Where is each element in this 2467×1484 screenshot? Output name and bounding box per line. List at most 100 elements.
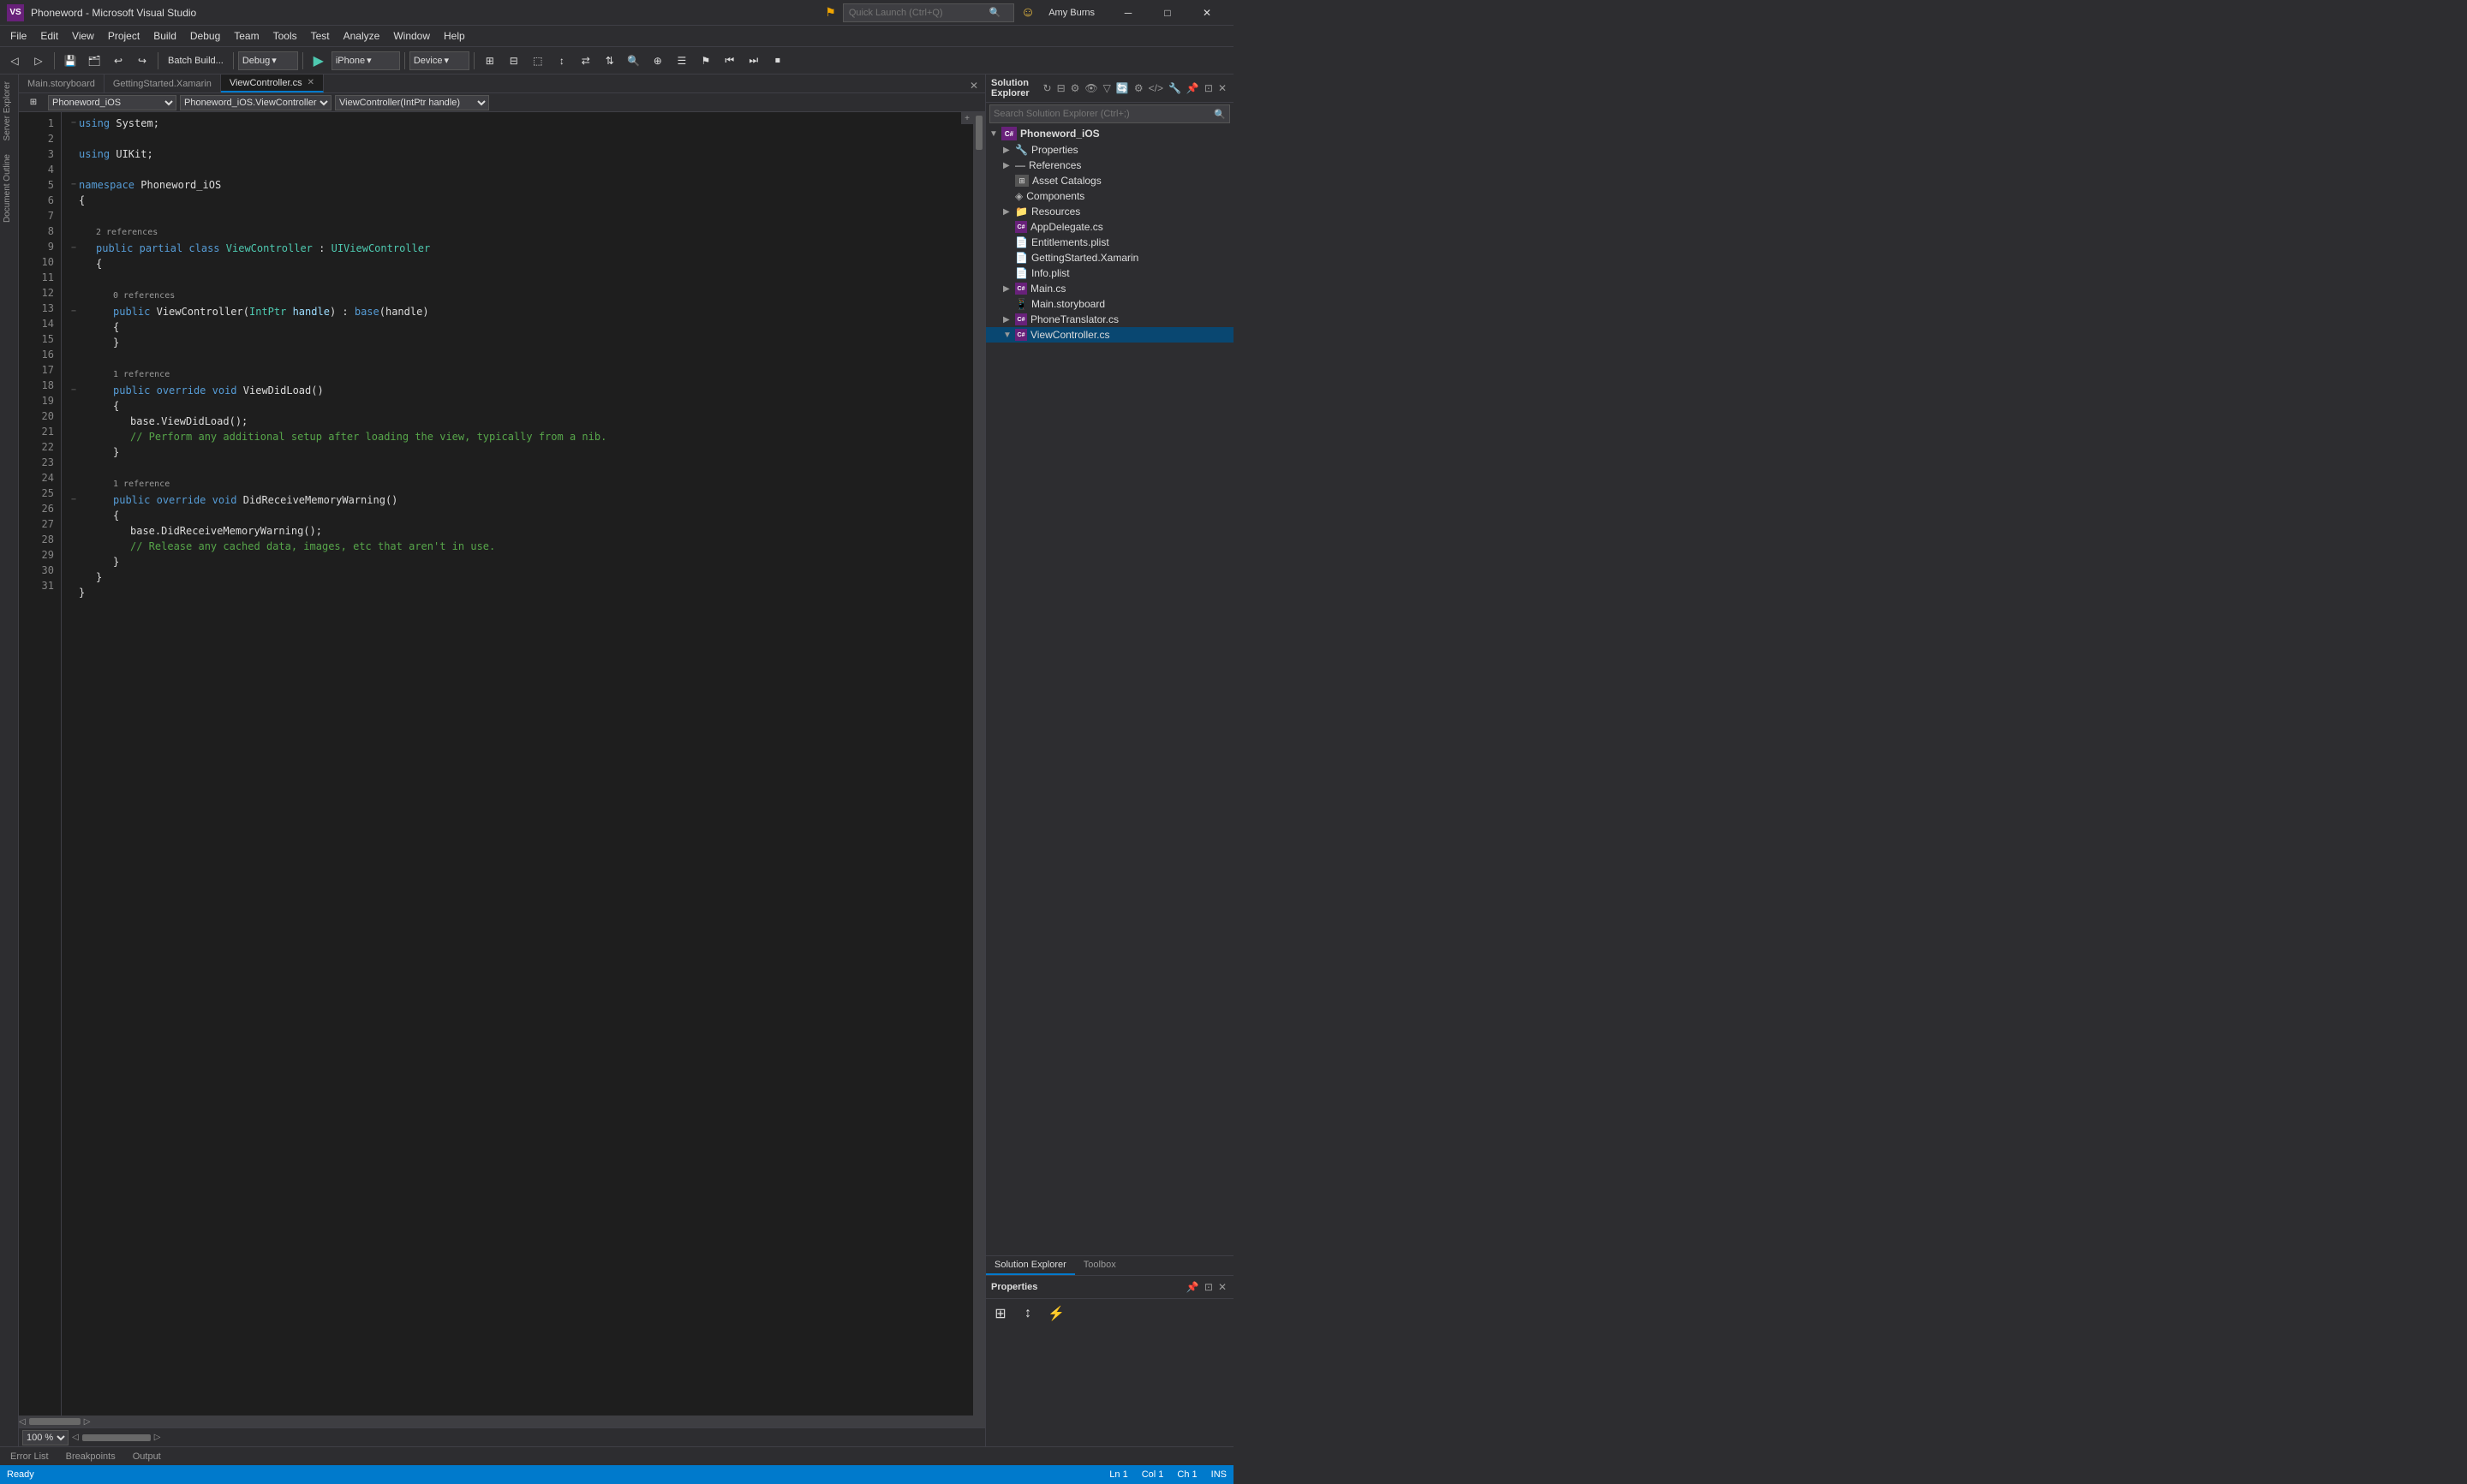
close-button[interactable]: ✕	[1187, 0, 1227, 26]
se-btn-refresh[interactable]: 🔄	[1114, 80, 1131, 96]
fold-btn-9[interactable]: −	[69, 241, 79, 256]
editor-collapse-btn[interactable]: +	[961, 112, 973, 124]
sidebar-tab-document-outline[interactable]: Document Outline	[0, 147, 18, 229]
toolbar-btn2[interactable]: ⊟	[503, 50, 525, 72]
prop-icon-sort[interactable]: ↕	[1017, 1302, 1039, 1325]
toolbar-btn9[interactable]: ☰	[671, 50, 693, 72]
method-path-dropdown[interactable]: ViewController(IntPtr handle)	[335, 95, 489, 110]
toolbar-btn11[interactable]: ⏮	[719, 50, 741, 72]
bottom-tab-output[interactable]: Output	[126, 1450, 168, 1463]
tree-item-references[interactable]: ▶ — References	[986, 158, 1234, 173]
prop-btn-float[interactable]: ⊡	[1203, 1279, 1215, 1295]
prop-btn-close[interactable]: ✕	[1216, 1279, 1228, 1295]
toolbar-save-btn[interactable]: 💾	[59, 50, 81, 72]
se-btn-preview[interactable]: 👁	[1083, 80, 1099, 96]
se-tab-solution-explorer[interactable]: Solution Explorer	[986, 1256, 1075, 1275]
se-search-box[interactable]: 🔍	[989, 104, 1230, 123]
se-btn-close[interactable]: ✕	[1216, 80, 1228, 96]
zoom-control[interactable]: 100 % 75 % 125 % 150 % 200 %	[22, 1430, 69, 1445]
toolbar-btn10[interactable]: ⚑	[695, 50, 717, 72]
se-btn-collapse[interactable]: ⊟	[1055, 80, 1067, 96]
toolbar-back-btn[interactable]: ◁	[3, 50, 26, 72]
member-path-dropdown[interactable]: Phoneword_iOS.ViewController	[180, 95, 332, 110]
menu-tools[interactable]: Tools	[266, 27, 304, 45]
se-btn-code[interactable]: </>	[1147, 80, 1165, 96]
run-button[interactable]: ▶	[308, 50, 330, 72]
tree-item-phonetranslator[interactable]: ▶ C# PhoneTranslator.cs	[986, 312, 1234, 327]
toolbar-btn7[interactable]: 🔍	[623, 50, 645, 72]
fold-btn-5[interactable]: −	[69, 177, 79, 193]
scroll-right-btn[interactable]: ▷	[84, 1417, 91, 1427]
toolbar-btn1[interactable]: ⊞	[479, 50, 501, 72]
toolbar-btn12[interactable]: ⏭	[743, 50, 765, 72]
tree-item-properties[interactable]: ▶ 🔧 Properties	[986, 142, 1234, 158]
menu-view[interactable]: View	[65, 27, 101, 45]
tree-item-infoplist[interactable]: 📄 Info.plist	[986, 265, 1234, 281]
tree-item-appdelegate[interactable]: C# AppDelegate.cs	[986, 219, 1234, 235]
tree-item-viewcontroller[interactable]: ▼ C# ViewController.cs	[986, 327, 1234, 343]
tree-item-entitlements[interactable]: 📄 Entitlements.plist	[986, 235, 1234, 250]
menu-team[interactable]: Team	[227, 27, 266, 45]
scroll-left-btn[interactable]: ◁	[19, 1417, 26, 1427]
fold-btn-1[interactable]: −	[69, 116, 79, 131]
tree-item-mainstoryboard[interactable]: 📱 Main.storyboard	[986, 296, 1234, 312]
debug-config-dropdown[interactable]: Debug ▾	[238, 51, 298, 70]
toolbar-undo-btn[interactable]: ↩	[107, 50, 129, 72]
se-btn-properties[interactable]: ⚙	[1069, 80, 1082, 96]
se-btn-sync[interactable]: ↻	[1042, 80, 1054, 96]
menu-test[interactable]: Test	[304, 27, 337, 45]
se-btn-wrench[interactable]: 🔧	[1167, 80, 1183, 96]
scroll-bar-right[interactable]: ▷	[154, 1433, 161, 1442]
quick-launch-input[interactable]	[849, 8, 986, 18]
toolbar-btn13[interactable]: ⏹	[767, 50, 789, 72]
se-btn-settings[interactable]: ⚙	[1132, 80, 1145, 96]
sidebar-tab-server-explorer[interactable]: Server Explorer	[0, 74, 18, 147]
menu-help[interactable]: Help	[437, 27, 472, 45]
fold-btn-25[interactable]: −	[69, 492, 79, 508]
menu-file[interactable]: File	[3, 27, 33, 45]
toolbar-forward-btn[interactable]: ▷	[27, 50, 50, 72]
expand-toggle-btn[interactable]: ⊞	[22, 92, 45, 114]
se-btn-pin[interactable]: 📌	[1185, 80, 1201, 96]
se-btn-float[interactable]: ⊡	[1203, 80, 1215, 96]
maximize-button[interactable]: □	[1148, 0, 1187, 26]
tree-item-root[interactable]: ▼ C# Phoneword_iOS	[986, 125, 1234, 142]
fold-btn-18[interactable]: −	[69, 383, 79, 398]
menu-window[interactable]: Window	[386, 27, 437, 45]
toolbar-redo-btn[interactable]: ↪	[131, 50, 153, 72]
batch-build-btn[interactable]: Batch Build...	[163, 50, 229, 72]
tab-close-icon[interactable]: ✕	[308, 78, 314, 87]
menu-project[interactable]: Project	[101, 27, 146, 45]
toolbar-btn6[interactable]: ⇅	[599, 50, 621, 72]
bottom-tab-breakpoints[interactable]: Breakpoints	[59, 1450, 122, 1463]
code-content[interactable]: −using System; using UIKit; −namespace P…	[62, 112, 973, 1415]
menu-edit[interactable]: Edit	[33, 27, 65, 45]
class-path-dropdown[interactable]: Phoneword_iOS	[48, 95, 176, 110]
se-tab-toolbox[interactable]: Toolbox	[1075, 1256, 1125, 1275]
tree-item-maincs[interactable]: ▶ C# Main.cs	[986, 281, 1234, 296]
se-search-input[interactable]	[994, 109, 1214, 119]
tab-getting-started[interactable]: GettingStarted.Xamarin	[105, 74, 221, 92]
menu-build[interactable]: Build	[146, 27, 183, 45]
fold-btn-13[interactable]: −	[69, 304, 79, 319]
toolbar-btn5[interactable]: ⇄	[575, 50, 597, 72]
tree-item-gettingstarted[interactable]: 📄 GettingStarted.Xamarin	[986, 250, 1234, 265]
toolbar-btn3[interactable]: ⬚	[527, 50, 549, 72]
search-box[interactable]: 🔍	[843, 3, 1014, 22]
toolbar-btn8[interactable]: ⊕	[647, 50, 669, 72]
prop-icon-event[interactable]: ⚡	[1044, 1302, 1068, 1325]
scroll-bar-left[interactable]: ◁	[72, 1433, 79, 1442]
tree-item-resources[interactable]: ▶ 📁 Resources	[986, 204, 1234, 219]
toolbar-save-all-btn[interactable]: 🗂	[83, 50, 105, 72]
tree-item-components[interactable]: ◈ Components	[986, 188, 1234, 204]
menu-analyze[interactable]: Analyze	[337, 27, 387, 45]
tree-item-asset-catalogs[interactable]: ⊞ Asset Catalogs	[986, 173, 1234, 188]
zoom-select[interactable]: 100 % 75 % 125 % 150 % 200 %	[22, 1430, 69, 1445]
tab-main-storyboard[interactable]: Main.storyboard	[19, 74, 105, 92]
editor-scrollbar-h[interactable]: ◁ ▷	[19, 1415, 985, 1427]
menu-debug[interactable]: Debug	[183, 27, 227, 45]
platform-dropdown[interactable]: iPhone ▾	[332, 51, 400, 70]
device-dropdown[interactable]: Device ▾	[409, 51, 469, 70]
se-btn-filter[interactable]: ▽	[1102, 80, 1113, 96]
prop-btn-pin[interactable]: 📌	[1185, 1279, 1201, 1295]
